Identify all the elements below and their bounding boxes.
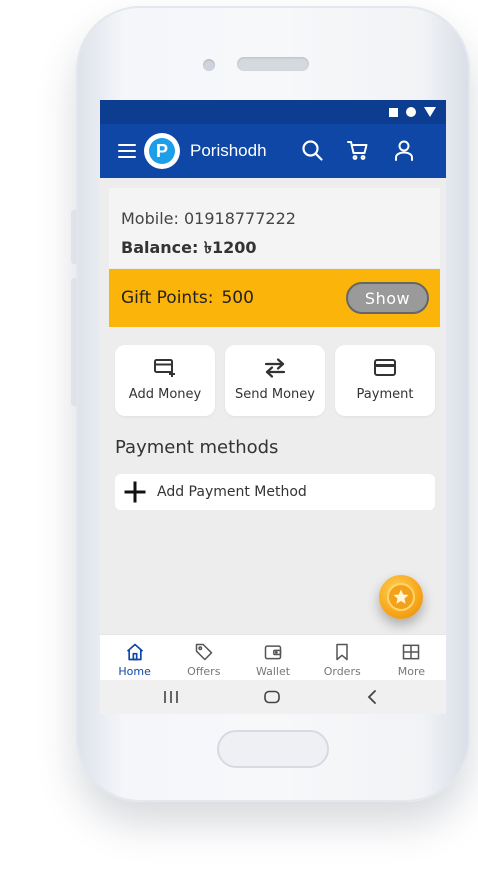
credit-card-icon (374, 359, 396, 376)
star-icon (393, 589, 409, 604)
nav-item-more[interactable]: More (377, 635, 446, 680)
balance-row: Balance: ৳1200 (121, 233, 428, 262)
app-screen: P Porishodh Mobile: 01918777222 Balance:… (100, 100, 446, 714)
status-square-icon (389, 107, 398, 117)
recent-apps-icon[interactable] (162, 690, 180, 704)
back-icon[interactable] (366, 690, 378, 704)
gift-points-label: Gift Points: (121, 288, 214, 308)
nav-item-home[interactable]: Home (100, 635, 169, 680)
gift-points-value: 500 (221, 288, 254, 308)
mobile-label: Mobile: (121, 209, 179, 228)
plus-icon (124, 481, 146, 503)
add-card-icon (154, 359, 175, 377)
nav-orders-label: Orders (323, 665, 361, 678)
add-money-label: Add Money (128, 387, 202, 402)
home-nav-icon[interactable] (263, 690, 281, 704)
payment-button[interactable]: Payment (335, 345, 435, 416)
add-money-button[interactable]: Add Money (115, 345, 215, 416)
hamburger-menu-icon[interactable] (118, 144, 136, 158)
quick-actions: Add Money Send Money Payment (115, 345, 435, 416)
phone-home-button[interactable] (217, 730, 329, 768)
show-button[interactable]: Show (346, 282, 429, 314)
mobile-row: Mobile: 01918777222 (121, 204, 428, 233)
tag-icon (195, 643, 213, 661)
nav-item-orders[interactable]: Orders (308, 635, 377, 680)
nav-offers-label: Offers (187, 665, 221, 678)
grid-icon (403, 644, 420, 660)
balance-value: ৳1200 (203, 238, 257, 257)
payment-methods-title: Payment methods (115, 437, 279, 458)
status-dot-icon (406, 107, 416, 117)
status-signal-icon (424, 107, 436, 117)
gift-points-bar: Gift Points: 500 Show (109, 269, 440, 327)
app-title: Porishodh (190, 141, 267, 160)
volume-button (71, 210, 77, 264)
send-money-label: Send Money (235, 387, 315, 402)
send-money-button[interactable]: Send Money (225, 345, 325, 416)
balance-label: Balance: (121, 238, 199, 257)
rewards-fab-button[interactable] (379, 575, 423, 619)
account-info-card: Mobile: 01918777222 Balance: ৳1200 (109, 188, 440, 268)
payment-label: Payment (356, 387, 414, 402)
bookmark-icon (336, 643, 348, 661)
add-payment-method-label: Add Payment Method (157, 484, 307, 500)
nav-home-label: Home (118, 665, 151, 678)
logo-letter: P (149, 138, 175, 164)
wallet-icon (264, 645, 282, 660)
nav-more-label: More (397, 665, 426, 678)
nav-item-offers[interactable]: Offers (169, 635, 238, 680)
bottom-navigation: Home Offers Wallet Orders More (100, 634, 446, 680)
app-bar: P Porishodh (100, 124, 446, 178)
user-profile-icon[interactable] (392, 138, 416, 162)
nav-wallet-label: Wallet (255, 665, 291, 678)
earpiece-speaker (237, 57, 309, 71)
system-navigation-bar (100, 680, 446, 714)
mobile-value: 01918777222 (183, 209, 296, 228)
app-logo: P (144, 133, 180, 169)
home-icon (126, 643, 143, 661)
add-payment-method-button[interactable]: Add Payment Method (115, 474, 435, 510)
side-button (71, 278, 77, 406)
front-camera (203, 59, 215, 71)
transfer-arrows-icon (264, 358, 286, 378)
search-icon[interactable] (300, 138, 324, 162)
status-bar (100, 100, 446, 124)
cart-icon[interactable] (346, 138, 370, 162)
nav-item-wallet[interactable]: Wallet (238, 635, 307, 680)
